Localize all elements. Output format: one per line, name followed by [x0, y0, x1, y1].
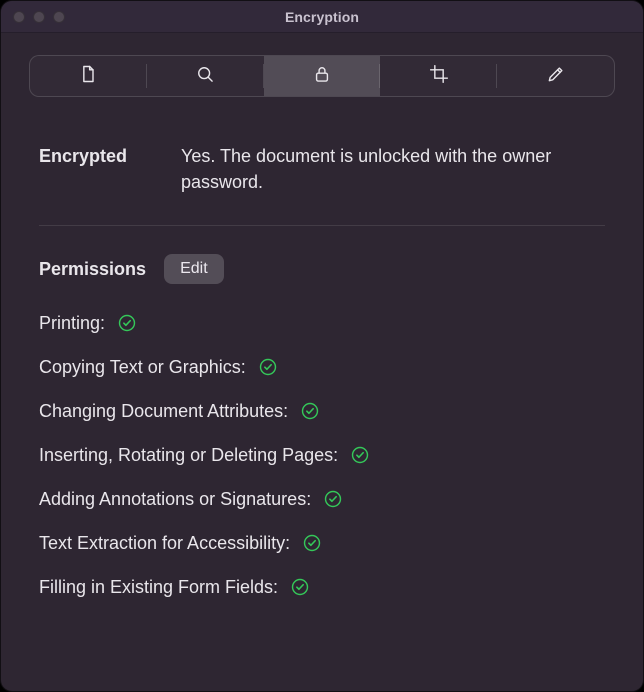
search-icon	[195, 64, 215, 89]
checkmark-icon	[300, 401, 320, 421]
tab-edit[interactable]	[497, 56, 614, 96]
permission-label: Copying Text or Graphics:	[39, 356, 246, 378]
checkmark-icon	[350, 445, 370, 465]
permission-label: Text Extraction for Accessibility:	[39, 532, 290, 554]
minimize-window-button[interactable]	[33, 11, 45, 23]
checkmark-icon	[302, 533, 322, 553]
permission-accessibility: Text Extraction for Accessibility:	[39, 532, 605, 554]
checkmark-icon	[290, 577, 310, 597]
window-title: Encryption	[285, 9, 359, 25]
encrypted-row: Encrypted Yes. The document is unlocked …	[39, 143, 605, 195]
inspector-tabs	[29, 55, 615, 97]
permission-annotations: Adding Annotations or Signatures:	[39, 488, 605, 510]
encrypted-label: Encrypted	[39, 143, 159, 169]
permission-changing-attributes: Changing Document Attributes:	[39, 400, 605, 422]
permission-label: Filling in Existing Form Fields:	[39, 576, 278, 598]
permissions-label: Permissions	[39, 259, 146, 280]
pencil-icon	[546, 64, 566, 89]
permission-label: Adding Annotations or Signatures:	[39, 488, 311, 510]
tab-document[interactable]	[30, 56, 147, 96]
permissions-header: Permissions Edit	[39, 254, 605, 284]
close-window-button[interactable]	[13, 11, 25, 23]
zoom-window-button[interactable]	[53, 11, 65, 23]
permission-label: Printing:	[39, 312, 105, 334]
lock-icon	[312, 64, 332, 89]
document-icon	[78, 64, 98, 89]
permissions-list: Printing: Copying Text or Graphics: Chan…	[39, 312, 605, 598]
permission-inserting-pages: Inserting, Rotating or Deleting Pages:	[39, 444, 605, 466]
edit-permissions-button[interactable]: Edit	[164, 254, 224, 284]
permission-label: Changing Document Attributes:	[39, 400, 288, 422]
tab-crop[interactable]	[380, 56, 497, 96]
window-controls	[13, 1, 65, 33]
crop-icon	[429, 64, 449, 89]
checkmark-icon	[258, 357, 278, 377]
permission-form-fields: Filling in Existing Form Fields:	[39, 576, 605, 598]
encrypted-value: Yes. The document is unlocked with the o…	[181, 143, 605, 195]
tab-encryption[interactable]	[264, 56, 381, 96]
content: Encrypted Yes. The document is unlocked …	[1, 97, 643, 691]
permission-label: Inserting, Rotating or Deleting Pages:	[39, 444, 338, 466]
permission-printing: Printing:	[39, 312, 605, 334]
titlebar: Encryption	[1, 1, 643, 33]
window: Encryption	[0, 0, 644, 692]
tab-search[interactable]	[147, 56, 264, 96]
checkmark-icon	[323, 489, 343, 509]
permission-copying: Copying Text or Graphics:	[39, 356, 605, 378]
checkmark-icon	[117, 313, 137, 333]
divider	[39, 225, 605, 226]
